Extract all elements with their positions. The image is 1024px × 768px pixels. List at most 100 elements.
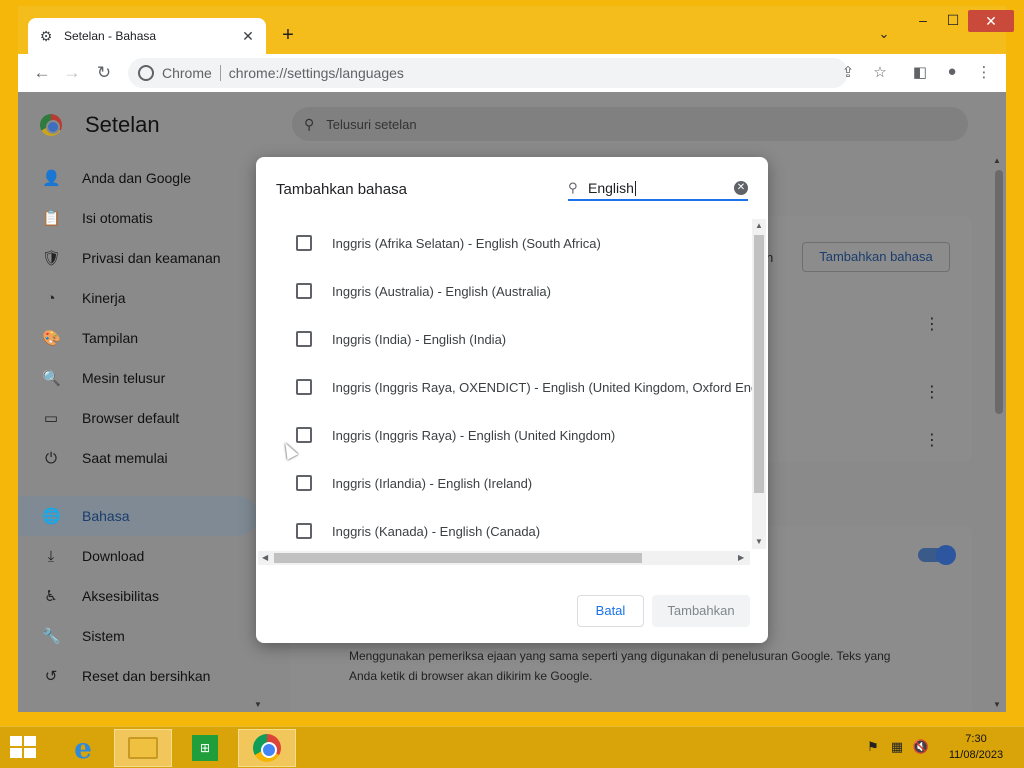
chrome-site-icon [138, 65, 154, 81]
forward-arrow-icon[interactable]: → [60, 62, 84, 86]
accessibility-icon: ♿ [44, 588, 58, 605]
sidebar-item-isi-otomatis[interactable]: 📋 Isi otomatis [18, 198, 258, 238]
language-option-row[interactable]: Inggris (Irlandia) - English (Ireland) [256, 459, 752, 507]
scroll-up-arrow-icon[interactable]: ▲ [993, 156, 1001, 165]
profile-icon[interactable]: ● [942, 63, 962, 83]
search-query-text: English [588, 180, 634, 196]
clipboard-icon: 📋 [42, 210, 61, 227]
settings-search-input[interactable]: ⚲ Telusuri setelan [292, 107, 968, 141]
sidebar-item-kinerja[interactable]: ◔ Kinerja [18, 278, 258, 318]
sidebar-item-saat-memulai[interactable]: ⏻ Saat memulai [18, 438, 258, 478]
sidebar-item-aksesibilitas[interactable]: ♿ Aksesibilitas [18, 576, 258, 616]
scroll-down-arrow-icon[interactable]: ▼ [755, 537, 763, 546]
language-checkbox[interactable] [296, 283, 312, 299]
search-icon: 🔍 [42, 370, 61, 387]
volume-muted-icon[interactable]: 🔇 [912, 739, 930, 755]
list-horizontal-scrollbar[interactable]: ◀ ▶ [258, 551, 750, 565]
text-caret [634, 181, 636, 196]
language-option-label: Inggris (Australia) - English (Australia… [332, 283, 551, 299]
sidebar-item-download[interactable]: ⤓ Download [18, 536, 258, 576]
back-arrow-icon[interactable]: ← [30, 62, 54, 86]
network-icon[interactable]: ▦ [888, 739, 906, 755]
url-text[interactable]: chrome://settings/languages [229, 65, 404, 81]
spellcheck-toggle[interactable] [918, 545, 956, 565]
list-hscroll-thumb[interactable] [274, 553, 642, 563]
system-clock[interactable]: 7:30 11/08/2023 [940, 731, 1012, 763]
close-window-button[interactable]: ✕ [968, 10, 1014, 32]
scroll-left-arrow-icon[interactable]: ◀ [262, 553, 268, 562]
scroll-right-arrow-icon[interactable]: ▶ [738, 553, 744, 562]
bookmark-star-icon[interactable]: ☆ [870, 63, 890, 83]
language-option-label: Inggris (India) - English (India) [332, 331, 507, 347]
language-search-input[interactable]: ⚲ English ✕ [568, 177, 748, 201]
language-checkbox[interactable] [296, 475, 312, 491]
internet-explorer-icon: e [74, 731, 92, 765]
tab-settings-languages[interactable]: ⚙ Setelan - Bahasa ✕ [28, 18, 266, 54]
clear-search-icon[interactable]: ✕ [734, 181, 748, 195]
page-scroll-thumb[interactable] [995, 170, 1003, 414]
language-option-row[interactable]: Inggris (Kanada) - English (Canada) [256, 507, 752, 547]
language-checkbox[interactable] [296, 331, 312, 347]
sidebar-item-tampilan[interactable]: 🎨 Tampilan [18, 318, 258, 358]
new-tab-button[interactable]: + [276, 24, 300, 48]
add-button[interactable]: Tambahkan [652, 595, 750, 627]
sidebar-item-browser-default[interactable]: ▭ Browser default [18, 398, 258, 438]
maximize-button[interactable]: ☐ [938, 12, 968, 32]
sidebar-item-bahasa[interactable]: 🌐 Bahasa [18, 496, 258, 536]
language-option-label: Inggris (Inggris Raya, OXENDICT) - Engli… [332, 379, 752, 395]
language-checkbox[interactable] [296, 523, 312, 539]
chrome-taskbar-button[interactable] [238, 729, 296, 767]
file-explorer-taskbar-button[interactable] [114, 729, 172, 767]
language-option-row[interactable]: Inggris (Inggris Raya, OXENDICT) - Engli… [256, 363, 752, 411]
scroll-down-arrow-icon[interactable]: ▼ [993, 700, 1001, 709]
sidebar-item-reset-dan-bersihkan[interactable]: ↺ Reset dan bersihkan [18, 656, 258, 696]
language-option-row[interactable]: Inggris (Inggris Raya) - English (United… [256, 411, 752, 459]
sidebar-item-label: Mesin telusur [82, 370, 166, 386]
action-center-flag-icon[interactable]: ⚑ [864, 739, 882, 755]
close-tab-icon[interactable]: ✕ [240, 28, 256, 44]
sidebar-item-mesin-telusur[interactable]: 🔍 Mesin telusur [18, 358, 258, 398]
address-bar[interactable]: Chrome chrome://settings/languages [128, 58, 848, 88]
internet-explorer-taskbar-button[interactable]: e [54, 729, 112, 767]
language-checkbox[interactable] [296, 235, 312, 251]
language-option-row[interactable]: Inggris (Australia) - English (Australia… [256, 267, 752, 315]
language-checkbox[interactable] [296, 379, 312, 395]
reload-icon[interactable]: ↻ [92, 62, 116, 86]
chevron-down-icon[interactable]: ⌄ [874, 26, 894, 46]
side-panel-icon[interactable]: ◧ [910, 63, 930, 83]
scroll-up-arrow-icon[interactable]: ▲ [755, 221, 763, 230]
wrench-icon: 🔧 [42, 628, 61, 645]
sidebar-item-label: Kinerja [82, 290, 126, 306]
menu-kebab-icon[interactable]: ⋮ [974, 63, 994, 83]
shield-icon: 🛡 [42, 250, 62, 267]
chrome-logo-icon [40, 114, 62, 136]
sidebar-item-label: Privasi dan keamanan [82, 250, 221, 266]
add-languages-button[interactable]: Tambahkan bahasa [802, 242, 950, 272]
start-logo-pane [10, 736, 22, 746]
language-checkbox[interactable] [296, 427, 312, 443]
minimize-button[interactable]: ‒ [908, 12, 938, 32]
cancel-button[interactable]: Batal [577, 595, 644, 627]
start-logo-pane [10, 748, 22, 758]
list-vertical-scrollbar[interactable]: ▲ ▼ [752, 219, 766, 549]
gear-icon: ⚙ [39, 28, 53, 44]
more-actions-icon[interactable]: ⋮ [924, 430, 940, 450]
language-option-row[interactable]: Inggris (Afrika Selatan) - English (Sout… [256, 219, 752, 267]
more-actions-icon[interactable]: ⋮ [924, 382, 940, 402]
share-icon[interactable]: ⇪ [838, 63, 858, 83]
sidebar-item-privasi-dan-keamanan[interactable]: 🛡 Privasi dan keamanan [18, 238, 258, 278]
more-actions-icon[interactable]: ⋮ [924, 314, 940, 334]
start-button[interactable] [10, 736, 38, 760]
search-query[interactable]: English [588, 180, 734, 196]
language-option-row[interactable]: Inggris (India) - English (India) [256, 315, 752, 363]
list-scroll-thumb[interactable] [754, 235, 764, 493]
windows-taskbar: e ⊞ ⚑ ▦ 🔇 7:30 11/08/2023 [0, 726, 1024, 768]
sidebar-scroll-down-icon[interactable]: ▼ [254, 700, 262, 709]
page-scrollbar[interactable]: ▲ ▼ [992, 152, 1006, 712]
palette-icon: 🎨 [42, 330, 61, 347]
sidebar-item-sistem[interactable]: 🔧 Sistem [18, 616, 258, 656]
sidebar-item-label: Browser default [82, 410, 180, 426]
page-title: Setelan [85, 112, 160, 137]
sidebar-item-anda-dan-google[interactable]: 👤 Anda dan Google [18, 158, 258, 198]
store-taskbar-button[interactable]: ⊞ [176, 729, 234, 767]
